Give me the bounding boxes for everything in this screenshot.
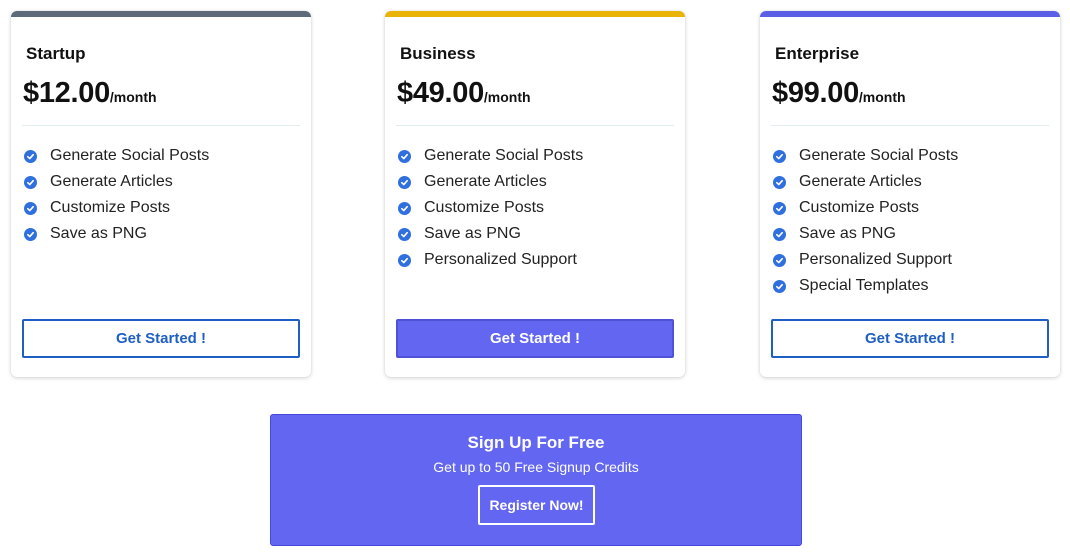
feature-item: Customize Posts — [24, 195, 209, 221]
feature-label: Generate Social Posts — [50, 147, 210, 164]
feature-item: Save as PNG — [24, 221, 209, 247]
feature-item: Customize Posts — [773, 195, 958, 221]
plan-card-startup: Startup $12.00/month Generate Social Pos… — [11, 11, 311, 377]
plan-period: /month — [483, 89, 531, 105]
plan-card-business: Business $49.00/month Generate Social Po… — [385, 11, 685, 377]
feature-item: Generate Social Posts — [24, 143, 209, 169]
feature-label: Customize Posts — [424, 199, 545, 216]
plan-price-row: $99.00/month — [772, 77, 906, 110]
get-started-button[interactable]: Get Started ! — [22, 319, 300, 358]
plan-accent-bar — [385, 11, 685, 17]
pricing-page: Startup $12.00/month Generate Social Pos… — [0, 0, 1070, 559]
plan-name: Enterprise — [775, 44, 860, 63]
check-circle-icon — [24, 175, 37, 189]
check-circle-icon — [398, 175, 411, 189]
check-circle-icon — [398, 201, 411, 215]
feature-item: Generate Articles — [773, 169, 958, 195]
feature-label: Save as PNG — [50, 225, 147, 242]
check-circle-icon — [773, 253, 786, 267]
plan-name: Business — [400, 44, 476, 63]
feature-item: Generate Social Posts — [398, 143, 583, 169]
feature-item: Generate Articles — [24, 169, 209, 195]
feature-item: Special Templates — [773, 273, 958, 299]
check-circle-icon — [398, 149, 411, 163]
plan-period: /month — [109, 89, 157, 105]
plan-name: Startup — [26, 44, 86, 63]
plan-price: $99.00 — [772, 77, 859, 109]
signup-subtitle: Get up to 50 Free Signup Credits — [433, 459, 639, 475]
feature-item: Save as PNG — [398, 221, 583, 247]
check-circle-icon — [398, 253, 411, 267]
feature-label: Customize Posts — [799, 199, 920, 216]
signup-banner: Sign Up For Free Get up to 50 Free Signu… — [270, 414, 802, 546]
divider — [396, 125, 674, 126]
feature-label: Generate Social Posts — [799, 147, 959, 164]
feature-label: Customize Posts — [50, 199, 171, 216]
feature-item: Personalized Support — [398, 247, 583, 273]
feature-label: Personalized Support — [799, 251, 952, 268]
signup-title: Sign Up For Free — [467, 433, 605, 452]
get-started-button[interactable]: Get Started ! — [771, 319, 1049, 358]
feature-label: Save as PNG — [799, 225, 896, 242]
feature-list: Generate Social Posts Generate Articles Cu… — [398, 143, 583, 273]
check-circle-icon — [773, 201, 786, 215]
check-circle-icon — [773, 227, 786, 241]
divider — [22, 125, 300, 126]
check-circle-icon — [398, 227, 411, 241]
get-started-button[interactable]: Get Started ! — [396, 319, 674, 358]
feature-label: Personalized Support — [424, 251, 577, 268]
plan-price-row: $49.00/month — [397, 77, 531, 110]
divider — [771, 125, 1049, 126]
check-circle-icon — [773, 175, 786, 189]
plan-price-row: $12.00/month — [23, 77, 157, 110]
feature-list: Generate Social Posts Generate Articles Cu… — [24, 143, 209, 247]
feature-label: Special Templates — [799, 277, 929, 294]
check-circle-icon — [24, 149, 37, 163]
plan-price: $12.00 — [23, 77, 110, 109]
feature-label: Generate Social Posts — [424, 147, 584, 164]
feature-item: Personalized Support — [773, 247, 958, 273]
plan-accent-bar — [760, 11, 1060, 17]
check-circle-icon — [24, 227, 37, 241]
register-now-button[interactable]: Register Now! — [478, 485, 595, 525]
feature-label: Generate Articles — [50, 173, 173, 190]
feature-label: Generate Articles — [799, 173, 922, 190]
feature-item: Generate Articles — [398, 169, 583, 195]
feature-label: Generate Articles — [424, 173, 547, 190]
plan-card-enterprise: Enterprise $99.00/month Generate Social … — [760, 11, 1060, 377]
plan-accent-bar — [11, 11, 311, 17]
feature-item: Generate Social Posts — [773, 143, 958, 169]
feature-item: Save as PNG — [773, 221, 958, 247]
feature-label: Save as PNG — [424, 225, 521, 242]
check-circle-icon — [773, 279, 786, 293]
check-circle-icon — [773, 149, 786, 163]
plan-price: $49.00 — [397, 77, 484, 109]
feature-list: Generate Social Posts Generate Articles Cu… — [773, 143, 958, 299]
plan-period: /month — [858, 89, 906, 105]
feature-item: Customize Posts — [398, 195, 583, 221]
check-circle-icon — [24, 201, 37, 215]
